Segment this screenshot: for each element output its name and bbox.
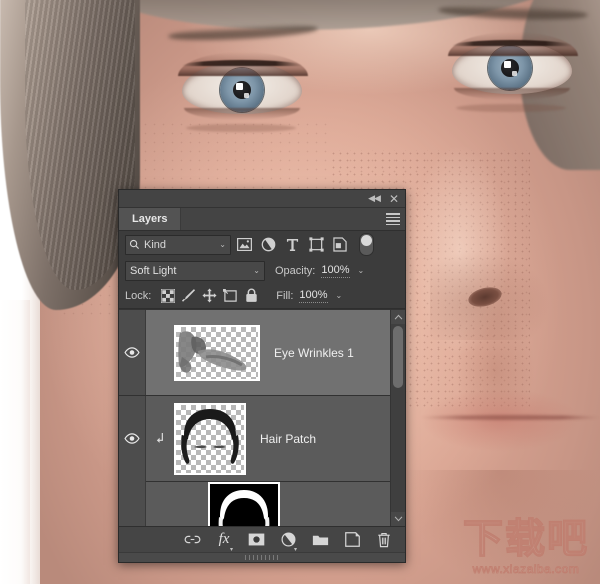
panel-menu-icon[interactable]: [386, 212, 400, 226]
filter-type-layers[interactable]: [281, 235, 303, 255]
chevron-down-icon[interactable]: ▾: [294, 546, 297, 553]
catchlight-secondary: [512, 71, 517, 76]
filter-smart-objects[interactable]: [329, 235, 351, 255]
scrollbar-track[interactable]: [391, 324, 405, 512]
layer-styles-button[interactable]: fx ▾: [215, 531, 233, 549]
tab-layers-label: Layers: [132, 213, 167, 225]
panel-resize-grip[interactable]: [119, 552, 405, 562]
layer-visibility-toggle[interactable]: [119, 396, 146, 481]
filter-adjustment-layers[interactable]: [257, 235, 279, 255]
new-layer-button[interactable]: [343, 531, 361, 549]
link-layers-button[interactable]: [183, 531, 201, 549]
opacity-label: Opacity:: [275, 265, 315, 277]
lips: [410, 380, 600, 470]
blend-mode-dropdown[interactable]: Soft Light ⌄: [125, 261, 265, 281]
lock-label: Lock:: [125, 290, 151, 302]
chevron-down-icon[interactable]: [391, 512, 405, 526]
chevron-down-icon[interactable]: ⌄: [219, 240, 226, 249]
lock-artboard-nesting[interactable]: [220, 287, 241, 305]
search-icon: [129, 239, 140, 250]
panel-tabbar: Layers: [119, 208, 405, 231]
add-layer-mask-button[interactable]: [247, 531, 265, 549]
close-panel-button[interactable]: ✕: [385, 190, 403, 207]
upper-lashes: [452, 40, 572, 46]
chevron-down-icon[interactable]: ▾: [230, 546, 233, 553]
layer-name[interactable]: Hair Patch: [260, 432, 316, 446]
blend-mode-row: Soft Light ⌄ Opacity: 100% ⌄: [119, 258, 405, 283]
layer-thumbnail[interactable]: [174, 403, 246, 475]
table-row[interactable]: Hair Patch: [119, 396, 405, 482]
filter-enable-toggle[interactable]: [359, 233, 374, 256]
layer-mask-thumbnail[interactable]: [208, 482, 280, 526]
new-group-button[interactable]: [311, 531, 329, 549]
layer-visibility-toggle[interactable]: [119, 481, 146, 526]
layer-visibility-toggle[interactable]: [119, 310, 146, 395]
blend-mode-value: Soft Light: [130, 265, 176, 277]
panel-titlebar: ◀◀ ✕: [119, 190, 405, 208]
clipping-mask-arrow-icon: [146, 432, 174, 445]
filter-shape-layers[interactable]: [305, 235, 327, 255]
lock-row: Lock: Fill: 100% ⌄: [119, 283, 405, 309]
fill-label: Fill:: [276, 290, 293, 302]
upper-lashes: [182, 60, 302, 66]
chevron-down-icon[interactable]: ⌄: [253, 266, 260, 275]
backdrop-white-lower: [0, 300, 30, 584]
layer-thumbnail[interactable]: [174, 325, 260, 381]
lock-image-pixels[interactable]: [178, 287, 199, 305]
lock-position[interactable]: [199, 287, 220, 305]
filter-kind-label: Kind: [144, 239, 166, 251]
catchlight-secondary: [244, 93, 249, 98]
table-row[interactable]: Hair Color: [119, 482, 405, 526]
chin-shadow: [400, 470, 600, 584]
opacity-value[interactable]: 100%: [321, 264, 349, 278]
opacity-slider-caret[interactable]: ⌄: [358, 266, 365, 275]
catchlight: [236, 83, 243, 90]
eye-wrinkle-1: [186, 124, 296, 132]
layer-name[interactable]: Eye Wrinkles 1: [274, 346, 354, 360]
eye-wrinkle-2: [456, 104, 566, 112]
layers-panel[interactable]: ◀◀ ✕ Layers Kind ⌄: [118, 189, 406, 563]
scrollbar-thumb[interactable]: [393, 326, 403, 388]
fill-slider-caret[interactable]: ⌄: [336, 291, 343, 300]
fill-value[interactable]: 100%: [299, 289, 327, 303]
delete-layer-button[interactable]: [375, 531, 393, 549]
filter-kind-dropdown[interactable]: Kind ⌄: [125, 235, 231, 255]
filter-pixel-layers[interactable]: [233, 235, 255, 255]
lock-all[interactable]: [241, 287, 262, 305]
layer-list-scrollbar[interactable]: [390, 310, 405, 526]
new-adjustment-layer-button[interactable]: ▾: [279, 531, 297, 549]
lock-transparent-pixels[interactable]: [157, 287, 178, 305]
filter-row: Kind ⌄: [119, 231, 405, 258]
layers-panel-toolbar: fx ▾ ▾: [119, 526, 405, 552]
tab-layers[interactable]: Layers: [119, 208, 181, 230]
catchlight: [504, 61, 511, 68]
collapse-panel-button[interactable]: ◀◀: [365, 190, 383, 207]
lip-line: [420, 415, 600, 420]
table-row[interactable]: Eye Wrinkles 1: [119, 310, 405, 396]
layer-list[interactable]: Eye Wrinkles 1 Hair Patch: [119, 309, 405, 526]
chevron-up-icon[interactable]: [391, 310, 405, 324]
